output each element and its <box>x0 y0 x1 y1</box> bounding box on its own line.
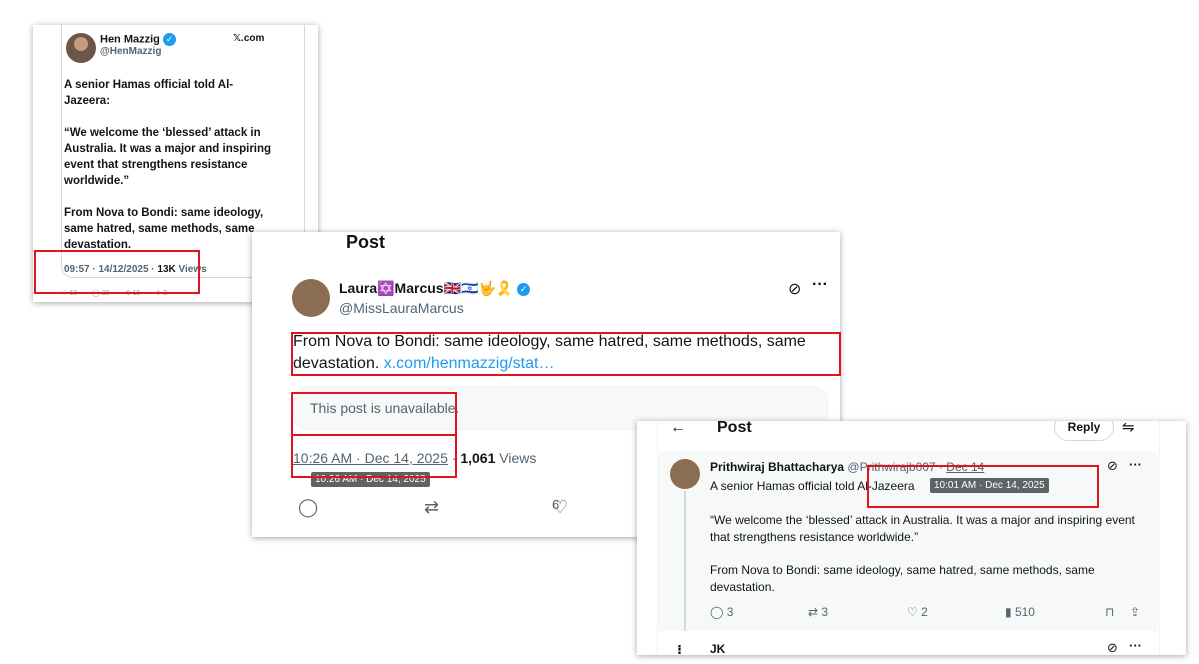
author-name[interactable]: Prithwiraj Bhattacharya <box>710 460 844 474</box>
share-icon[interactable]: ⇪ <box>1130 605 1140 619</box>
reply-count: 20 <box>101 290 110 297</box>
repost-button[interactable]: ⟲ 19 <box>125 289 141 297</box>
views-count: 510 <box>1014 605 1035 619</box>
post-link[interactable]: x.com/henmazzig/stat… <box>384 355 555 372</box>
back-arrow-icon[interactable]: ← <box>670 421 686 437</box>
avatar[interactable] <box>670 459 700 489</box>
repost-icon[interactable]: ⇄ <box>424 497 439 518</box>
reply-button[interactable]: ◯ 20 <box>92 289 110 297</box>
tweet-body: A senior Hamas official told Al-Jazeera:… <box>64 77 274 269</box>
tweet-timestamp[interactable]: 09:57 · 14/12/2025 · <box>64 264 157 275</box>
post-paragraph: “We welcome the ‘blessed’ attack in Aust… <box>710 513 1135 544</box>
like-count: 6 <box>552 497 560 512</box>
reply-icon: ◯ <box>92 290 100 297</box>
repost-count: 3 <box>821 605 829 619</box>
post-paragraph: From Nova to Bondi: same ideology, same … <box>710 563 1095 594</box>
heart-icon: ♡ <box>907 605 918 619</box>
tweet-paragraph: A senior Hamas official told Al-Jazeera: <box>64 79 234 107</box>
timestamp-tooltip: 10:01 AM · Dec 14, 2025 <box>930 478 1049 493</box>
bookmark-icon[interactable]: ⊓ <box>1105 605 1114 619</box>
post-date[interactable]: Dec 14 <box>946 460 984 474</box>
repost-button[interactable]: ⇄ 3 <box>808 605 828 619</box>
author-name[interactable]: Hen Mazzig ✓ <box>100 33 176 46</box>
like-count: 63 <box>69 290 78 297</box>
page-title: Post <box>346 232 386 252</box>
reply-count: 3 <box>726 605 734 619</box>
avatar <box>66 33 96 63</box>
post-text: From Nova to Bondi: same ideology, same … <box>293 331 833 375</box>
avatar[interactable] <box>292 279 330 317</box>
views-label: Views <box>175 264 207 275</box>
post-panel-prithwiraj: ← Post Reply ⇋ Prithwiraj Bhattacharya @… <box>637 421 1186 655</box>
reply-button[interactable]: ◯ 3 <box>710 605 733 619</box>
share-button[interactable]: ⇪ 3 <box>155 289 167 297</box>
tweet-paragraph: “We welcome the ‘blessed’ attack in Aust… <box>64 127 272 187</box>
grok-icon[interactable]: ⊘ <box>1107 640 1118 655</box>
more-options-icon[interactable]: ··· <box>1129 457 1142 472</box>
author-handle[interactable]: @HenMazzig <box>100 46 161 57</box>
post-text-line: A senior Hamas official told Al-Jazeera <box>710 479 915 493</box>
analytics-icon: ▮ <box>1005 605 1012 619</box>
avatar[interactable]: ⁝ <box>677 642 682 655</box>
author-name-text: Laura✡️Marcus🇬🇧🇮🇱🤟🎗️ <box>339 280 514 296</box>
verified-badge-icon: ✓ <box>517 282 531 296</box>
author-handle[interactable]: @MissLauraMarcus <box>339 300 464 316</box>
post-body: “We welcome the ‘blessed’ attack in Aust… <box>710 512 1150 612</box>
tweet-paragraph: From Nova to Bondi: same ideology, same … <box>64 207 264 251</box>
like-count: 2 <box>921 605 928 619</box>
post-meta: 10:26 AM · Dec 14, 2025 · 1,061 Views <box>293 450 536 466</box>
thread-line <box>684 491 686 631</box>
author-name[interactable]: JK <box>710 642 725 655</box>
views-label: Views <box>495 450 537 466</box>
grok-icon[interactable]: ⊘ <box>1107 458 1118 474</box>
more-options-icon[interactable]: ··· <box>1129 638 1142 653</box>
views-button[interactable]: ▮ 510 <box>1005 605 1035 619</box>
reply-icon: ◯ <box>710 605 724 619</box>
post-timestamp[interactable]: 10:26 AM · Dec 14, 2025 <box>293 450 448 466</box>
repost-count: 19 <box>132 290 141 297</box>
filter-settings-icon[interactable]: ⇋ <box>1122 421 1135 436</box>
reply-icon[interactable]: ◯ <box>298 497 318 518</box>
x-logo-link[interactable]: 𝕏.com <box>233 33 264 44</box>
more-options-icon[interactable]: ··· <box>812 276 828 294</box>
author-name-text: Hen Mazzig <box>100 33 160 46</box>
like-button[interactable]: ♡ 2 <box>907 605 928 619</box>
page-title: Post <box>717 421 752 436</box>
separator: · <box>935 460 947 474</box>
post-header: Prithwiraj Bhattacharya @Prithwirajb007 … <box>710 460 984 474</box>
repost-icon: ⟲ <box>124 290 131 297</box>
author-handle[interactable]: @Prithwirajb007 <box>847 460 935 474</box>
like-button[interactable]: ♡ 63 <box>61 289 77 297</box>
reply-button[interactable]: Reply <box>1054 421 1114 441</box>
views-count: 13K <box>157 264 176 275</box>
share-icon: ⇪ <box>155 290 162 297</box>
separator: · <box>447 450 461 466</box>
tweet-meta: 09:57 · 14/12/2025 · 13K Views <box>64 264 207 275</box>
verified-badge-icon: ✓ <box>162 33 176 46</box>
author-name[interactable]: Laura✡️Marcus🇬🇧🇮🇱🤟🎗️ ✓ <box>339 280 531 297</box>
repost-icon: ⇄ <box>808 605 819 619</box>
share-count: 3 <box>163 290 167 297</box>
tweet-actions: ♡ 63 ◯ 20 ⟲ 19 ⇪ 3 <box>61 289 167 297</box>
heart-icon: ♡ <box>61 290 68 297</box>
grok-icon[interactable]: ⊘ <box>788 279 801 299</box>
timestamp-tooltip: 10:26 AM · Dec 14, 2025 <box>311 472 430 487</box>
views-count: 1,061 <box>460 450 496 466</box>
